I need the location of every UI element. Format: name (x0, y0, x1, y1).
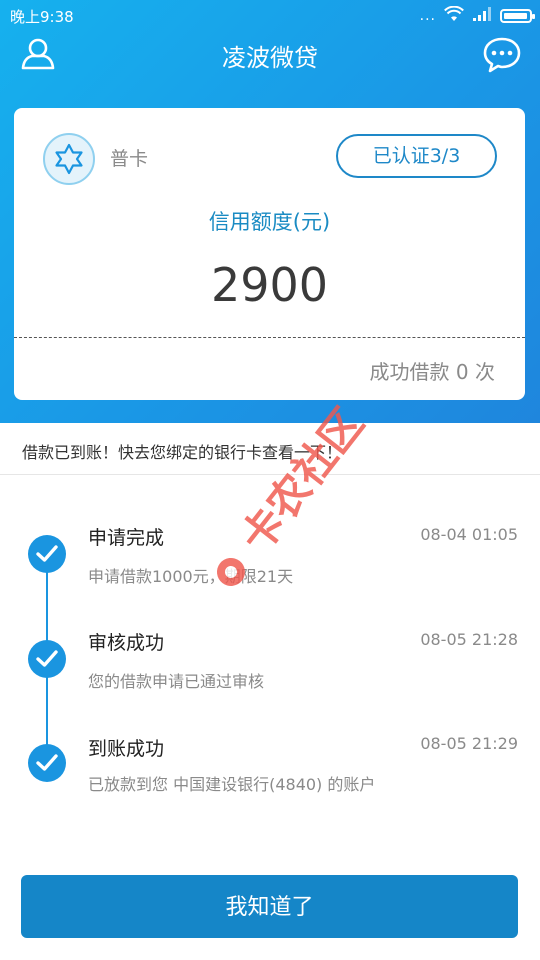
signal-icon (472, 6, 492, 26)
credit-limit-label: 信用额度(元) (208, 210, 331, 234)
star-badge-icon (42, 132, 96, 186)
status-icons: ... (419, 5, 535, 27)
notice-bar: 借款已到账！快去您绑定的银行卡查看一下！ (0, 423, 540, 475)
timeline-step: 到账成功 08-05 21:29 已放款到您 中国建设银行(4840) 的账户 (0, 716, 540, 806)
step-title: 到账成功 (88, 738, 165, 760)
credit-limit-value: 2900 (210, 258, 329, 312)
dashed-divider (14, 337, 525, 338)
confirm-button[interactable]: 我知道了 (21, 875, 518, 938)
check-icon (28, 744, 66, 782)
borrow-count-text: 成功借款 0 次 (369, 360, 495, 384)
step-time: 08-05 21:28 (420, 630, 518, 649)
credit-card-panel: 普卡 已认证3/3 信用额度(元) 2900 成功借款 0 次 (14, 108, 525, 400)
page-title: 凌波微贷 (222, 44, 318, 72)
card-level-label: 普卡 (110, 148, 149, 170)
step-description: 您的借款申请已通过审核 (88, 672, 265, 691)
step-time: 08-04 01:05 (420, 525, 518, 544)
check-icon (28, 640, 66, 678)
verification-status-button[interactable]: 已认证3/3 (336, 134, 497, 178)
status-time: 晚上9:38 (10, 8, 74, 26)
timeline-step: 审核成功 08-05 21:28 您的借款申请已通过审核 (0, 610, 540, 700)
step-description: 申请借款1000元，期限21天 (88, 567, 294, 586)
step-time: 08-05 21:29 (420, 734, 518, 753)
step-description: 已放款到您 中国建设银行(4840) 的账户 (88, 775, 376, 794)
step-title: 审核成功 (88, 632, 165, 654)
step-title: 申请完成 (88, 527, 165, 549)
notice-text: 借款已到账！快去您绑定的银行卡查看一下！ (22, 443, 343, 462)
status-bar: 晚上9:38 ... (0, 0, 540, 32)
notification-dots: ... (419, 8, 436, 24)
check-icon (28, 535, 66, 573)
app-header: 凌波微贷 (0, 32, 540, 78)
battery-icon (500, 9, 535, 23)
chat-bubble-icon[interactable] (482, 34, 522, 74)
header-background: 晚上9:38 ... 凌波微贷 普卡 已认证3/3 信用额度(元) 2900 成… (0, 0, 540, 423)
battery-level (504, 13, 527, 19)
timeline-step: 申请完成 08-04 01:05 申请借款1000元，期限21天 (0, 505, 540, 595)
wifi-icon (444, 5, 464, 26)
